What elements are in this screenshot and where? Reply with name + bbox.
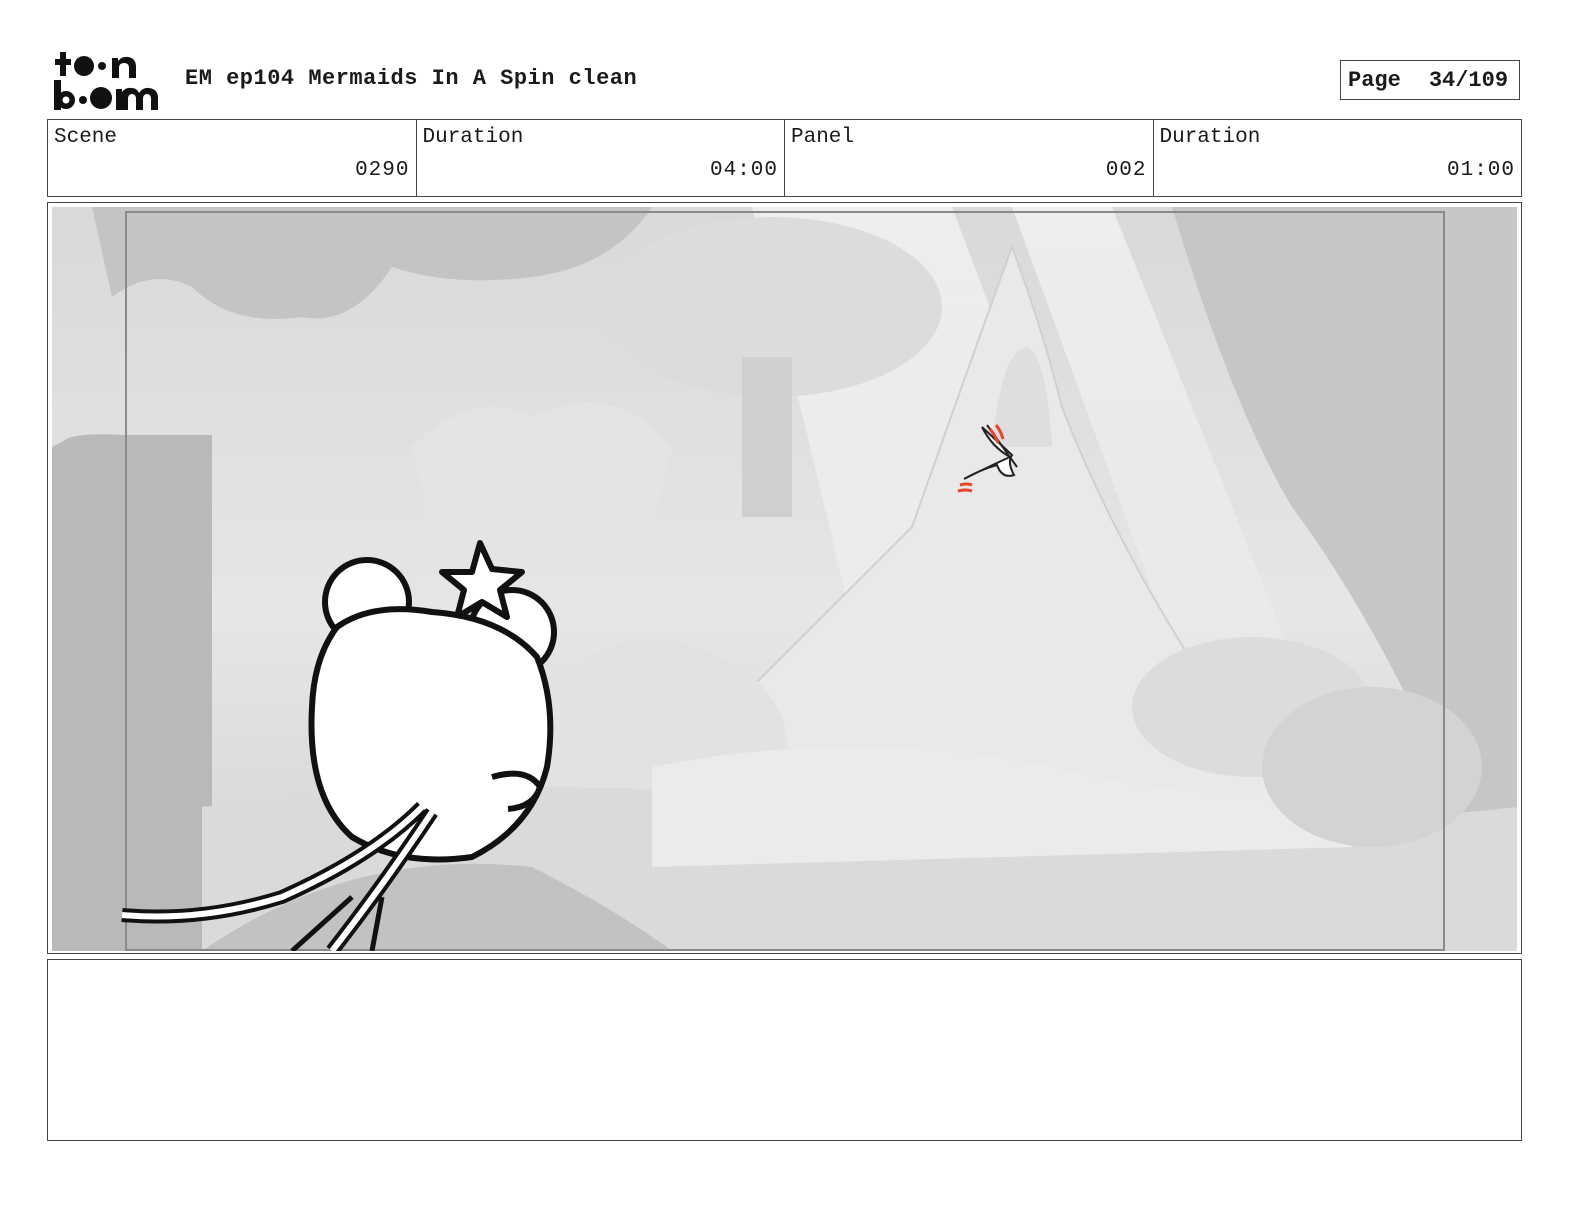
panel-duration-cell: Duration 01:00 [1154,120,1522,196]
page-label: Page [1348,67,1401,93]
scene-label: Scene [54,126,118,149]
page-number: 34/109 [1428,67,1509,93]
tree-trunk [742,357,792,517]
scene-duration-cell: Duration 04:00 [417,120,785,196]
panel-value: 002 [1105,159,1147,182]
panel-cell: Panel 002 [785,120,1154,196]
panel-label: Panel [791,126,855,149]
toon-boom-logo [54,52,158,110]
scene-duration-value: 04:00 [709,159,778,182]
scene-value: 0290 [355,159,410,182]
panel-notes [47,959,1522,1141]
panel-duration-label: Duration [1159,126,1261,149]
page-indicator: Page 34/109 [1340,60,1520,100]
storyboard-panel [47,202,1522,954]
document-title: EM ep104 Mermaids In A Spin clean [185,66,638,91]
scene-info-row: Scene 0290 Duration 04:00 Panel 002 Dura… [47,119,1522,197]
right-plants [1262,687,1482,847]
panel-drawing [52,207,1517,951]
panel-duration-value: 01:00 [1446,159,1515,182]
back-rocks [412,402,672,537]
scene-cell: Scene 0290 [48,120,417,196]
left-rock-silhouette [52,434,212,951]
scene-duration-label: Duration [422,126,524,149]
